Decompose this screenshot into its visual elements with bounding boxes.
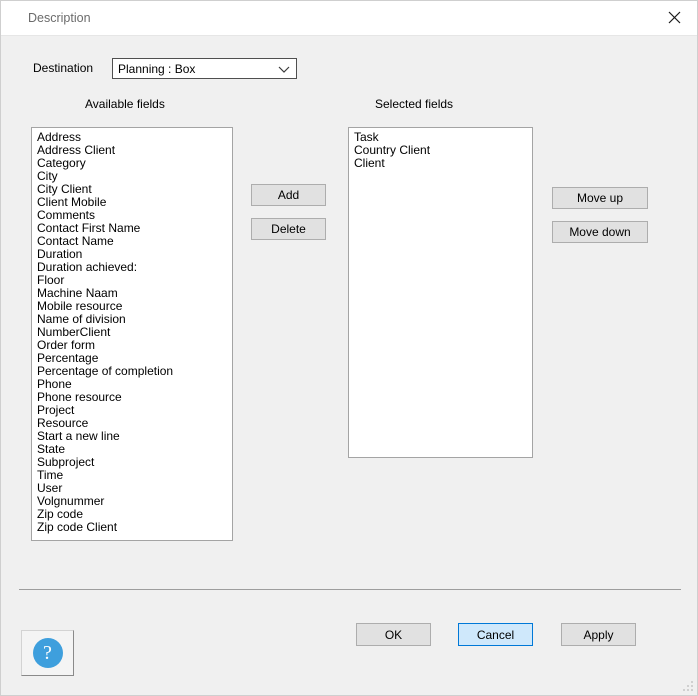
list-item[interactable]: Start a new line [32,430,232,443]
destination-label: Destination [33,61,94,75]
ok-button[interactable]: OK [356,623,431,646]
available-fields-caption: Available fields [85,97,165,111]
list-item[interactable]: Machine Naam [32,287,232,300]
list-item[interactable]: Mobile resource [32,300,232,313]
list-item[interactable]: User [32,482,232,495]
list-item[interactable]: Percentage of completion [32,365,232,378]
list-item[interactable]: Zip code Client [32,521,232,534]
list-item[interactable]: Task [349,131,532,144]
list-item[interactable]: Zip code [32,508,232,521]
available-fields-list[interactable]: Address Address Client Category City City Cl… [31,127,233,541]
list-item[interactable]: Resource [32,417,232,430]
footer-divider [19,589,681,590]
list-item[interactable]: Floor [32,274,232,287]
title-bar: Description [1,1,697,35]
list-item[interactable]: Address Client [32,144,232,157]
move-up-button[interactable]: Move up [552,187,648,209]
list-item[interactable]: Percentage [32,352,232,365]
selected-fields-items: Task Country Client Client [349,128,532,170]
list-item[interactable]: Order form [32,339,232,352]
title-divider [1,35,697,36]
list-item[interactable]: Contact Name [32,235,232,248]
window-title: Description [28,11,91,25]
list-item[interactable]: Comments [32,209,232,222]
list-item[interactable]: Address [32,131,232,144]
list-item[interactable]: State [32,443,232,456]
list-item[interactable]: Client [349,157,532,170]
list-item[interactable]: Project [32,404,232,417]
list-item[interactable]: Client Mobile [32,196,232,209]
destination-select-value: Planning : Box [118,62,196,76]
apply-button[interactable]: Apply [561,623,636,646]
cancel-button[interactable]: Cancel [458,623,533,646]
resize-grip[interactable] [680,678,694,692]
dialog-window: Description Destination Planning : Box A… [0,0,698,696]
question-mark-icon: ? [32,638,63,668]
close-icon[interactable] [651,1,697,33]
delete-button[interactable]: Delete [251,218,326,240]
list-item[interactable]: Category [32,157,232,170]
available-fields-items: Address Address Client Category City City Cl… [32,128,232,534]
chevron-down-icon [278,64,290,74]
move-down-button[interactable]: Move down [552,221,648,243]
list-item[interactable]: Contact First Name [32,222,232,235]
list-item[interactable]: Duration [32,248,232,261]
list-item[interactable]: Phone [32,378,232,391]
list-item[interactable]: Phone resource [32,391,232,404]
list-item[interactable]: Subproject [32,456,232,469]
list-item[interactable]: City [32,170,232,183]
list-item[interactable]: Duration achieved: [32,261,232,274]
destination-select[interactable]: Planning : Box [112,58,297,79]
list-item[interactable]: Volgnummer [32,495,232,508]
list-item[interactable]: Country Client [349,144,532,157]
selected-fields-caption: Selected fields [375,97,454,111]
list-item[interactable]: NumberClient [32,326,232,339]
list-item[interactable]: City Client [32,183,232,196]
add-button[interactable]: Add [251,184,326,206]
selected-fields-list[interactable]: Task Country Client Client [348,127,533,458]
help-button[interactable]: ? [21,630,74,676]
list-item[interactable]: Time [32,469,232,482]
list-item[interactable]: Name of division [32,313,232,326]
